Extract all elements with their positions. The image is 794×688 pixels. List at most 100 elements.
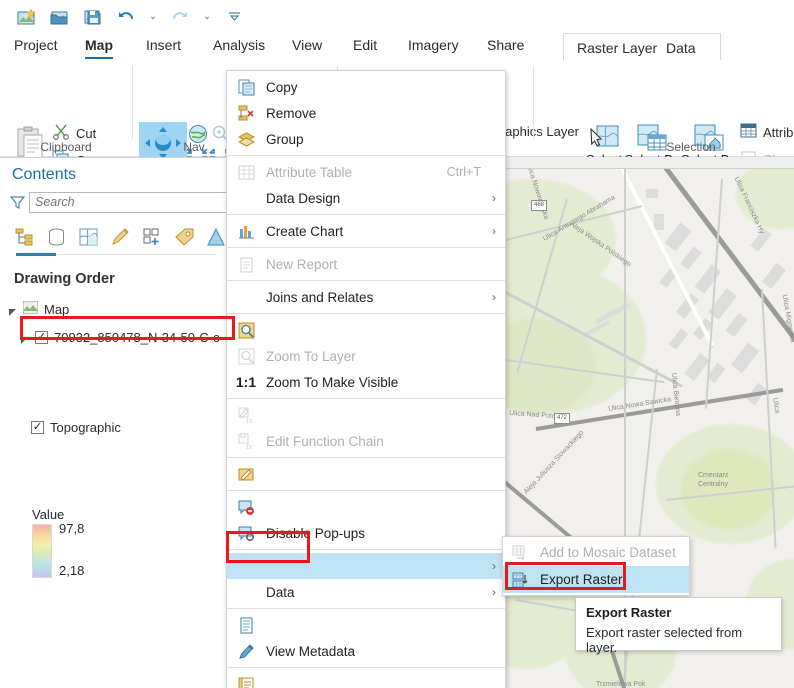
layer-visibility-checkbox[interactable] [35, 331, 48, 344]
configure-popups-icon [236, 523, 256, 543]
tree-item-basemap[interactable]: Topographic [31, 420, 121, 435]
redo-icon[interactable] [167, 5, 193, 29]
export-raster-tooltip: Export Raster Export raster selected fro… [575, 597, 782, 651]
tab-map[interactable]: Map [85, 33, 113, 60]
menu-item-joins-and-relates[interactable]: Joins and Relates › [227, 284, 505, 310]
menu-item-remove[interactable]: Remove [227, 100, 505, 126]
contents-active-tab-underline [16, 253, 56, 256]
menu-item-edit-function-chain: fx [227, 402, 505, 428]
basemap-visibility-checkbox[interactable] [31, 421, 44, 434]
menu-item-label: Attribute Table [266, 165, 352, 180]
filter-icon[interactable] [5, 195, 29, 210]
tab-edit[interactable]: Edit [353, 33, 377, 60]
submenu-item-label: Export Raster [540, 572, 623, 587]
menu-item-configure-popups[interactable]: Disable Pop-ups [227, 520, 505, 546]
map-label-street: Ulica Bietrzna [670, 373, 681, 417]
properties-icon [236, 674, 256, 688]
menu-item-symbology[interactable] [227, 461, 505, 487]
tab-data[interactable]: Data [666, 40, 696, 56]
group-label-clipboard: Clipboard [0, 140, 132, 154]
route-shield: 468 [531, 200, 547, 211]
tab-raster-layer[interactable]: Raster Layer [577, 40, 657, 56]
menu-item-label: Zoom To Make Visible [266, 375, 398, 390]
copy-icon [236, 77, 256, 97]
customize-qat-caret[interactable] [227, 5, 241, 29]
contents-pane-title: Contents [12, 166, 76, 184]
menu-item-properties[interactable] [227, 671, 505, 688]
legend-value-heading: Value [32, 507, 64, 522]
menu-separator [227, 667, 505, 668]
menu-item-sharing[interactable]: Data › [227, 579, 505, 605]
group-separator-1 [132, 66, 133, 139]
menu-separator [227, 214, 505, 215]
list-by-data-source-icon[interactable] [46, 227, 67, 248]
menu-item-label: Disable Pop-ups [266, 526, 365, 541]
undo-dropdown-caret[interactable]: ⌄ [146, 5, 160, 29]
list-by-diagram-icon[interactable] [206, 227, 227, 248]
menu-item-label: Group [266, 132, 304, 147]
legend-color-ramp [32, 524, 52, 578]
menu-separator [227, 155, 505, 156]
export-raster-icon [510, 570, 530, 590]
menu-item-data-design[interactable]: Data Design › [227, 185, 505, 211]
group-label-selection: Selection [585, 140, 794, 154]
tree-item-map[interactable]: Map [8, 301, 69, 317]
list-by-editing-icon[interactable] [110, 227, 131, 248]
search-input[interactable] [29, 192, 230, 213]
list-by-snapping-icon[interactable] [142, 227, 163, 248]
tab-share[interactable]: Share [487, 33, 524, 60]
menu-item-zoom-to-source-resolution[interactable]: 1:1 Zoom To Make Visible [227, 369, 505, 395]
attributes-button[interactable]: Attribu [740, 123, 794, 141]
menu-separator [227, 608, 505, 609]
basemap-label: Topographic [50, 420, 121, 435]
menu-separator [227, 398, 505, 399]
zoom-to-layer-icon [236, 320, 256, 340]
disable-popups-icon [236, 497, 256, 517]
list-by-selection-icon[interactable] [78, 227, 99, 248]
edit-metadata-icon [236, 641, 256, 661]
svg-text:fx: fx [246, 416, 253, 424]
menu-item-group[interactable]: Group [227, 126, 505, 152]
redo-dropdown-caret[interactable]: ⌄ [200, 5, 214, 29]
tooltip-title: Export Raster [586, 605, 771, 620]
menu-item-zoom-to-make-visible: Zoom To Layer [227, 343, 505, 369]
tab-project[interactable]: Project [14, 33, 58, 60]
menu-item-edit-metadata[interactable]: View Metadata [227, 638, 505, 664]
tab-view[interactable]: View [292, 33, 322, 60]
menu-item-disable-popups[interactable] [227, 494, 505, 520]
list-by-drawing-order-icon[interactable] [14, 227, 35, 248]
svg-text:fx: fx [246, 442, 253, 450]
menu-item-label: Joins and Relates [266, 290, 373, 305]
map-label-street: Aleja Juliusza Slowackiego [523, 429, 585, 495]
menu-item-view-metadata[interactable] [227, 612, 505, 638]
menu-item-accelerator: Ctrl+T [447, 165, 481, 179]
map-label-street: Ulica [771, 397, 781, 414]
undo-icon[interactable] [113, 5, 139, 29]
create-chart-icon [236, 221, 256, 241]
menu-item-label: Edit Function Chain [266, 434, 384, 449]
tab-imagery[interactable]: Imagery [408, 33, 459, 60]
layer-expander-icon[interactable] [20, 333, 29, 342]
menu-separator [227, 549, 505, 550]
chevron-right-icon: › [492, 585, 496, 599]
tab-insert[interactable]: Insert [146, 33, 181, 60]
list-by-labeling-icon[interactable] [174, 227, 195, 248]
tree-item-raster-layer[interactable]: 70932_850478_N-34-50-C-c-4-2.a [20, 330, 230, 345]
map-expander-icon[interactable] [8, 305, 17, 314]
menu-item-label: Data Design [266, 191, 340, 206]
map-view-top-band [506, 157, 794, 168]
blank-icon [236, 556, 256, 576]
menu-separator [227, 247, 505, 248]
submenu-item-add-to-mosaic-dataset: Add to Mosaic Dataset [503, 539, 689, 566]
menu-item-zoom-to-layer[interactable] [227, 317, 505, 343]
menu-item-copy[interactable]: Copy [227, 74, 505, 100]
menu-item-data[interactable]: › [227, 553, 505, 579]
edit-function-chain-icon: fx [236, 405, 256, 425]
map-icon [23, 301, 38, 317]
menu-item-create-chart[interactable]: Create Chart › [227, 218, 505, 244]
new-project-icon[interactable] [14, 5, 40, 29]
save-project-icon[interactable] [80, 5, 106, 29]
tab-analysis[interactable]: Analysis [213, 33, 265, 60]
open-project-icon[interactable] [47, 5, 73, 29]
submenu-item-export-raster[interactable]: Export Raster [503, 566, 689, 593]
